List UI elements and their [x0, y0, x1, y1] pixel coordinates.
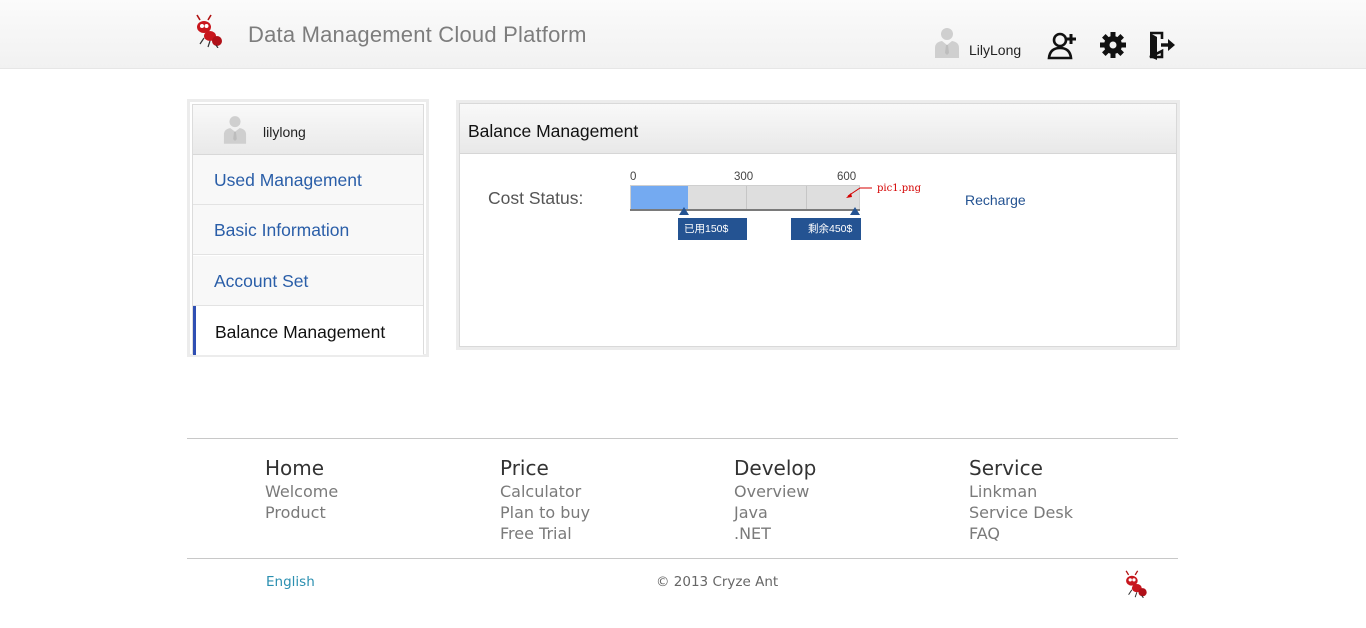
cost-status-label: Cost Status:	[488, 188, 584, 208]
footer-link-faq[interactable]: FAQ	[969, 523, 1073, 544]
panel-header: Balance Management	[460, 104, 1176, 154]
add-user-icon[interactable]	[1047, 30, 1079, 62]
footer-link-overview[interactable]: Overview	[734, 481, 816, 502]
sidebar-item-label: Used Management	[214, 170, 362, 190]
ant-logo-icon[interactable]	[194, 14, 224, 48]
footer-divider	[187, 438, 1178, 439]
remaining-marker-icon	[850, 207, 860, 215]
ant-logo-icon	[1125, 570, 1147, 598]
footer-link-service-desk[interactable]: Service Desk	[969, 502, 1073, 523]
footer-link-product[interactable]: Product	[265, 502, 338, 523]
recharge-link[interactable]: Recharge	[965, 192, 1026, 208]
sidebar-item-account-set[interactable]: Account Set	[193, 256, 423, 306]
footer-link-java[interactable]: Java	[734, 502, 816, 523]
user-avatar-icon	[935, 28, 959, 58]
footer-link-dotnet[interactable]: .NET	[734, 523, 816, 544]
user-name: LilyLong	[969, 42, 1022, 58]
sidebar-item-label: Account Set	[214, 271, 309, 291]
footer-column-home: Home Welcome Product	[265, 456, 338, 523]
footer-heading[interactable]: Service	[969, 456, 1073, 480]
logout-icon[interactable]	[1147, 30, 1179, 62]
footer-link-welcome[interactable]: Welcome	[265, 481, 338, 502]
footer-divider	[187, 558, 1178, 559]
gear-icon[interactable]	[1098, 30, 1130, 62]
bar-divider	[746, 186, 747, 209]
footer-heading[interactable]: Home	[265, 456, 338, 480]
footer-link-plan-to-buy[interactable]: Plan to buy	[500, 502, 590, 523]
app-title: Data Management Cloud Platform	[248, 22, 587, 47]
sidebar-user-name: lilylong	[263, 124, 306, 140]
language-link[interactable]: English	[266, 574, 315, 590]
cost-used-fill	[631, 186, 688, 209]
bar-baseline	[630, 209, 860, 211]
footer-column-service: Service Linkman Service Desk FAQ	[969, 456, 1073, 544]
cost-progress-bar	[630, 185, 860, 210]
sidebar-item-label: Balance Management	[215, 322, 386, 342]
footer-column-develop: Develop Overview Java .NET	[734, 456, 816, 544]
sidebar-user-header: lilylong	[193, 105, 423, 155]
scale-tick-600: 600	[837, 171, 857, 183]
footer-link-linkman[interactable]: Linkman	[969, 481, 1073, 502]
sidebar-item-label: Basic Information	[214, 220, 350, 240]
footer-heading[interactable]: Price	[500, 456, 590, 480]
scale-tick-300: 300	[734, 171, 754, 183]
user-avatar-icon	[223, 116, 247, 144]
sidebar: lilylong Used Management Basic Informati…	[187, 99, 429, 357]
used-badge: 已用150$	[678, 218, 747, 240]
sidebar-item-balance-management[interactable]: Balance Management	[193, 306, 423, 355]
copyright-text: © 2013 Cryze Ant	[656, 574, 779, 590]
remaining-badge: 剩余450$	[791, 218, 861, 240]
annotation-arrow-icon	[846, 187, 872, 198]
annotation-label: pic1.png	[877, 183, 921, 194]
footer-heading[interactable]: Develop	[734, 456, 816, 480]
sidebar-item-basic-information[interactable]: Basic Information	[193, 205, 423, 255]
sidebar-item-used-management[interactable]: Used Management	[193, 155, 423, 205]
panel-title: Balance Management	[468, 121, 639, 141]
top-header: Data Management Cloud Platform LilyLong	[0, 0, 1366, 69]
used-marker-icon	[679, 207, 689, 215]
footer-link-calculator[interactable]: Calculator	[500, 481, 590, 502]
scale-tick-0: 0	[630, 171, 637, 183]
sidebar-menu: lilylong Used Management Basic Informati…	[192, 104, 424, 355]
bar-divider	[806, 186, 807, 209]
footer-link-free-trial[interactable]: Free Trial	[500, 523, 590, 544]
footer-column-price: Price Calculator Plan to buy Free Trial	[500, 456, 590, 544]
